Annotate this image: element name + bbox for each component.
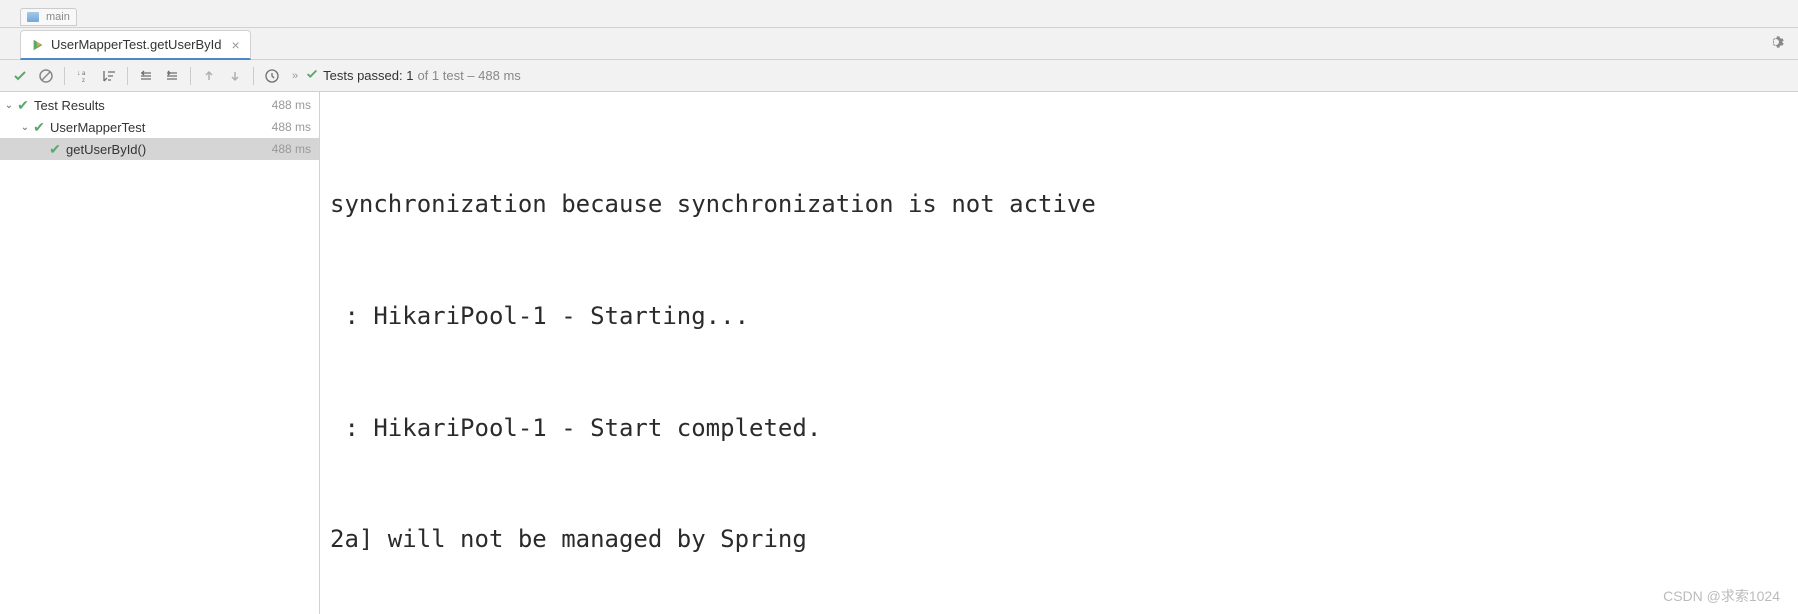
svg-text:a: a (82, 71, 86, 77)
folder-icon (27, 12, 39, 22)
expand-all-icon[interactable] (134, 64, 158, 88)
test-toolbar: ↓az » Tests passed: 1 of 1 test – 488 ms (0, 60, 1798, 92)
next-failed-icon[interactable] (223, 64, 247, 88)
watermark: CSDN @求索1024 (1663, 586, 1780, 608)
run-tab-title: UserMapperTest.getUserById (51, 37, 222, 52)
toolbar-divider (64, 67, 65, 85)
console-output[interactable]: synchronization because synchronization … (320, 92, 1798, 614)
show-ignored-icon[interactable] (34, 64, 58, 88)
editor-tabs-row: main (0, 0, 1798, 28)
chevron-right-icon[interactable]: » (292, 70, 297, 82)
show-passed-icon[interactable] (8, 64, 32, 88)
collapse-all-icon[interactable] (160, 64, 184, 88)
tree-time: 488 ms (272, 142, 311, 156)
console-line: : HikariPool-1 - Start completed. (330, 410, 1788, 447)
tree-root[interactable]: ⌄ ✔ Test Results 488 ms (0, 94, 319, 116)
chevron-down-icon[interactable]: ⌄ (18, 122, 32, 133)
tree-class[interactable]: ⌄ ✔ UserMapperTest 488 ms (0, 116, 319, 138)
console-line: : HikariPool-1 - Starting... (330, 298, 1788, 335)
svg-text:z: z (82, 78, 85, 84)
check-icon: ✔ (48, 141, 62, 158)
run-config-icon (31, 38, 45, 52)
tree-time: 488 ms (272, 98, 311, 112)
toolbar-divider (127, 67, 128, 85)
prev-failed-icon[interactable] (197, 64, 221, 88)
editor-tab-label: main (46, 11, 70, 23)
sort-duration-icon[interactable] (97, 64, 121, 88)
toolbar-divider (190, 67, 191, 85)
check-icon: ✔ (32, 119, 46, 136)
run-tab-active[interactable]: UserMapperTest.getUserById × (20, 30, 251, 60)
editor-tab-main[interactable]: main (20, 8, 77, 26)
check-icon: ✔ (16, 97, 30, 114)
svg-text:↓: ↓ (77, 70, 81, 77)
history-icon[interactable] (260, 64, 284, 88)
run-tabs-row: UserMapperTest.getUserById × (0, 28, 1798, 60)
main-area: ⌄ ✔ Test Results 488 ms ⌄ ✔ UserMapperTe… (0, 92, 1798, 614)
toolbar-divider (253, 67, 254, 85)
console-line: 2a] will not be managed by Spring (330, 521, 1788, 558)
status-total: of 1 test – 488 ms (417, 68, 520, 83)
check-icon (305, 67, 319, 84)
test-tree[interactable]: ⌄ ✔ Test Results 488 ms ⌄ ✔ UserMapperTe… (0, 92, 320, 614)
gear-icon[interactable] (1770, 34, 1786, 53)
tree-time: 488 ms (272, 120, 311, 134)
close-icon[interactable]: × (232, 38, 240, 52)
status-passed: Tests passed: 1 (323, 68, 413, 83)
sort-alpha-icon[interactable]: ↓az (71, 64, 95, 88)
console-line: synchronization because synchronization … (330, 186, 1788, 223)
test-status-text: Tests passed: 1 of 1 test – 488 ms (305, 67, 521, 84)
tree-label: getUserById() (66, 142, 272, 157)
chevron-down-icon[interactable]: ⌄ (2, 100, 16, 111)
tree-method[interactable]: ✔ getUserById() 488 ms (0, 138, 319, 160)
tree-label: UserMapperTest (50, 120, 272, 135)
tree-label: Test Results (34, 98, 272, 113)
